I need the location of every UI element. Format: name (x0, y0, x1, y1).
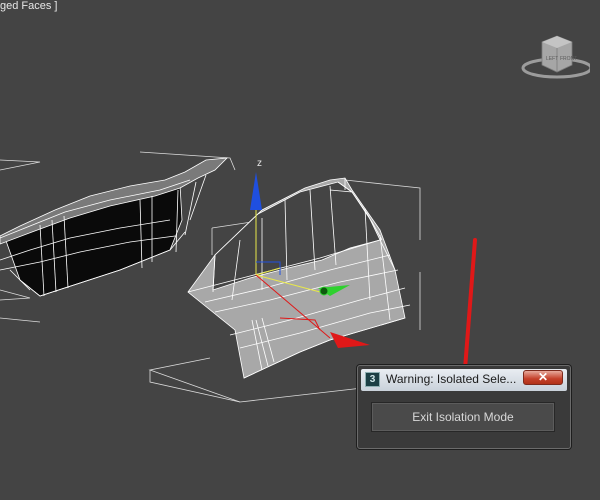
dialog-title: Warning: Isolated Sele... (386, 372, 517, 386)
app-logo-icon: 3 (365, 372, 380, 387)
viewcube-icon[interactable]: LEFT FRONT (520, 30, 590, 80)
right-door-panel-mesh (187, 177, 411, 379)
viewcube-left-face-label: LEFT (546, 56, 558, 62)
close-button[interactable]: ✕ (523, 370, 563, 385)
exit-isolation-mode-button[interactable]: Exit Isolation Mode (371, 402, 555, 432)
left-door-panel-mesh (0, 157, 229, 297)
dialog-titlebar[interactable]: 3 Warning: Isolated Sele... ✕ (361, 369, 567, 391)
warning-dialog[interactable]: 3 Warning: Isolated Sele... ✕ Exit Isola… (357, 365, 571, 449)
z-axis-label: z (257, 158, 262, 169)
3d-viewport[interactable]: ged Faces ] z LEFT FRONT 3 Warning: Isol… (0, 0, 600, 500)
viewcube-front-face-label: FRONT (560, 56, 577, 62)
